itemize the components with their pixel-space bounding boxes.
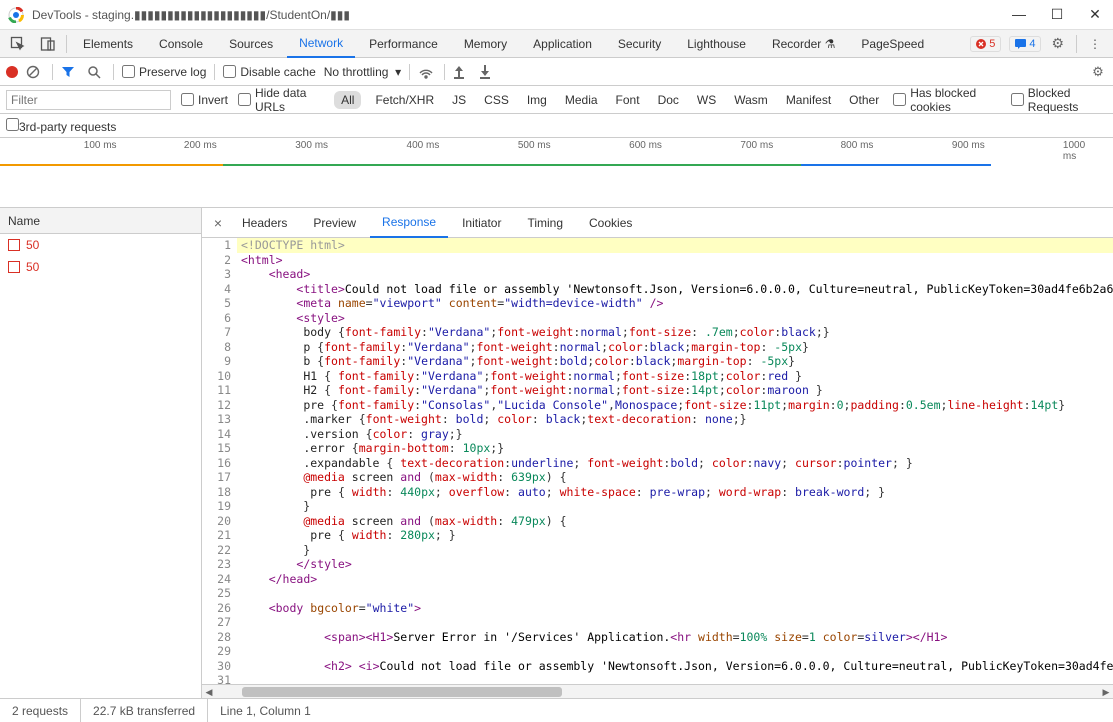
status-requests: 2 requests	[0, 699, 81, 722]
file-icon	[8, 261, 20, 273]
network-settings-icon[interactable]: ⚙	[1089, 64, 1107, 80]
tick: 200 ms	[184, 140, 217, 151]
download-icon[interactable]	[479, 65, 497, 79]
type-media[interactable]: Media	[561, 91, 602, 109]
tab-security[interactable]: Security	[606, 30, 673, 58]
main-tabbar: Elements Console Sources Network Perform…	[0, 30, 1113, 58]
filter-bar: Invert Hide data URLs All Fetch/XHR JS C…	[0, 86, 1113, 114]
tab-network[interactable]: Network	[287, 30, 355, 58]
scroll-left-icon[interactable]: ◀	[202, 685, 216, 698]
type-wasm[interactable]: Wasm	[730, 91, 772, 109]
window-title: DevTools - staging.▮▮▮▮▮▮▮▮▮▮▮▮▮▮▮▮▮▮▮▮/…	[32, 8, 1009, 22]
source-lines: <!DOCTYPE html> <html> <head> <title>Cou…	[237, 238, 1113, 684]
devtools-logo-icon	[8, 7, 24, 23]
filter-icon[interactable]	[61, 65, 79, 79]
disable-cache-checkbox[interactable]: Disable cache	[223, 65, 315, 79]
record-icon[interactable]	[6, 66, 18, 78]
type-all[interactable]: All	[334, 91, 361, 109]
inspect-icon[interactable]	[4, 30, 32, 58]
close-detail-icon[interactable]: ×	[208, 215, 228, 231]
tick: 400 ms	[407, 140, 440, 151]
third-party-checkbox[interactable]: 3rd-party requests	[6, 118, 116, 134]
timeline[interactable]: 100 ms 200 ms 300 ms 400 ms 500 ms 600 m…	[0, 138, 1113, 208]
tab-pagespeed[interactable]: PageSpeed	[849, 30, 936, 58]
message-count-badge[interactable]: 4	[1009, 36, 1041, 52]
type-font[interactable]: Font	[612, 91, 644, 109]
tab-sources[interactable]: Sources	[217, 30, 285, 58]
detail-tab-preview[interactable]: Preview	[301, 208, 368, 238]
type-manifest[interactable]: Manifest	[782, 91, 835, 109]
tab-application[interactable]: Application	[521, 30, 604, 58]
scrollbar-thumb[interactable]	[242, 687, 562, 697]
error-count: 5	[989, 38, 995, 50]
status-cursor: Line 1, Column 1	[208, 699, 323, 722]
filter-input[interactable]	[6, 90, 171, 110]
horizontal-scrollbar[interactable]: ◀ ▶	[202, 684, 1113, 698]
invert-checkbox[interactable]: Invert	[181, 93, 228, 107]
search-icon[interactable]	[87, 65, 105, 79]
type-doc[interactable]: Doc	[654, 91, 683, 109]
type-fetchxhr[interactable]: Fetch/XHR	[371, 91, 438, 109]
request-list: Name 50 50	[0, 208, 202, 698]
separator	[66, 35, 67, 53]
settings-icon[interactable]: ⚙	[1051, 35, 1064, 52]
tab-elements[interactable]: Elements	[71, 30, 145, 58]
throttling-select[interactable]: No throttling ▾	[324, 65, 401, 79]
tab-lighthouse[interactable]: Lighthouse	[675, 30, 758, 58]
detail-tab-initiator[interactable]: Initiator	[450, 208, 513, 238]
status-transferred: 22.7 kB transferred	[81, 699, 208, 722]
type-ws[interactable]: WS	[693, 91, 720, 109]
request-row[interactable]: 50	[0, 256, 201, 278]
scroll-right-icon[interactable]: ▶	[1099, 685, 1113, 698]
response-source[interactable]: 1234567891011121314151617181920212223242…	[202, 238, 1113, 684]
filter-bar-row2: 3rd-party requests	[0, 114, 1113, 138]
close-button[interactable]: ✕	[1085, 6, 1105, 23]
preserve-log-checkbox[interactable]: Preserve log	[122, 65, 206, 79]
more-icon[interactable]: ⋮	[1081, 30, 1109, 58]
tick: 700 ms	[740, 140, 773, 151]
upload-icon[interactable]	[453, 65, 471, 79]
tick: 100 ms	[84, 140, 117, 151]
tick: 600 ms	[629, 140, 662, 151]
detail-tab-headers[interactable]: Headers	[230, 208, 299, 238]
tab-recorder[interactable]: Recorder ⚗	[760, 30, 847, 58]
tick: 500 ms	[518, 140, 551, 151]
tab-performance[interactable]: Performance	[357, 30, 450, 58]
tab-memory[interactable]: Memory	[452, 30, 519, 58]
network-conditions-icon[interactable]	[418, 65, 436, 79]
file-icon	[8, 239, 20, 251]
request-row[interactable]: 50	[0, 234, 201, 256]
minimize-button[interactable]: —	[1009, 6, 1029, 23]
blocked-cookies-checkbox[interactable]: Has blocked cookies	[893, 86, 1001, 114]
type-other[interactable]: Other	[845, 91, 883, 109]
line-gutter: 1234567891011121314151617181920212223242…	[202, 238, 237, 684]
hide-data-urls-checkbox[interactable]: Hide data URLs	[238, 86, 324, 114]
status-bar: 2 requests 22.7 kB transferred Line 1, C…	[0, 698, 1113, 722]
tick: 800 ms	[841, 140, 874, 151]
detail-tab-cookies[interactable]: Cookies	[577, 208, 644, 238]
window-controls: — ☐ ✕	[1009, 6, 1105, 23]
separator	[1076, 35, 1077, 53]
tick: 1000 ms	[1063, 140, 1096, 162]
clear-icon[interactable]	[26, 65, 44, 79]
message-count: 4	[1029, 38, 1035, 50]
type-css[interactable]: CSS	[480, 91, 513, 109]
type-img[interactable]: Img	[523, 91, 551, 109]
tick: 900 ms	[952, 140, 985, 151]
type-js[interactable]: JS	[448, 91, 470, 109]
detail-tab-timing[interactable]: Timing	[515, 208, 575, 238]
request-list-header[interactable]: Name	[0, 208, 201, 234]
device-toggle-icon[interactable]	[34, 30, 62, 58]
titlebar: DevTools - staging.▮▮▮▮▮▮▮▮▮▮▮▮▮▮▮▮▮▮▮▮/…	[0, 0, 1113, 30]
error-count-badge[interactable]: 5	[970, 36, 1001, 52]
detail-tabs: × Headers Preview Response Initiator Tim…	[202, 208, 1113, 238]
maximize-button[interactable]: ☐	[1047, 6, 1067, 23]
tick: 300 ms	[295, 140, 328, 151]
tab-console[interactable]: Console	[147, 30, 215, 58]
detail-tab-response[interactable]: Response	[370, 208, 448, 238]
blocked-requests-checkbox[interactable]: Blocked Requests	[1011, 86, 1107, 114]
network-toolbar: Preserve log Disable cache No throttling…	[0, 58, 1113, 86]
